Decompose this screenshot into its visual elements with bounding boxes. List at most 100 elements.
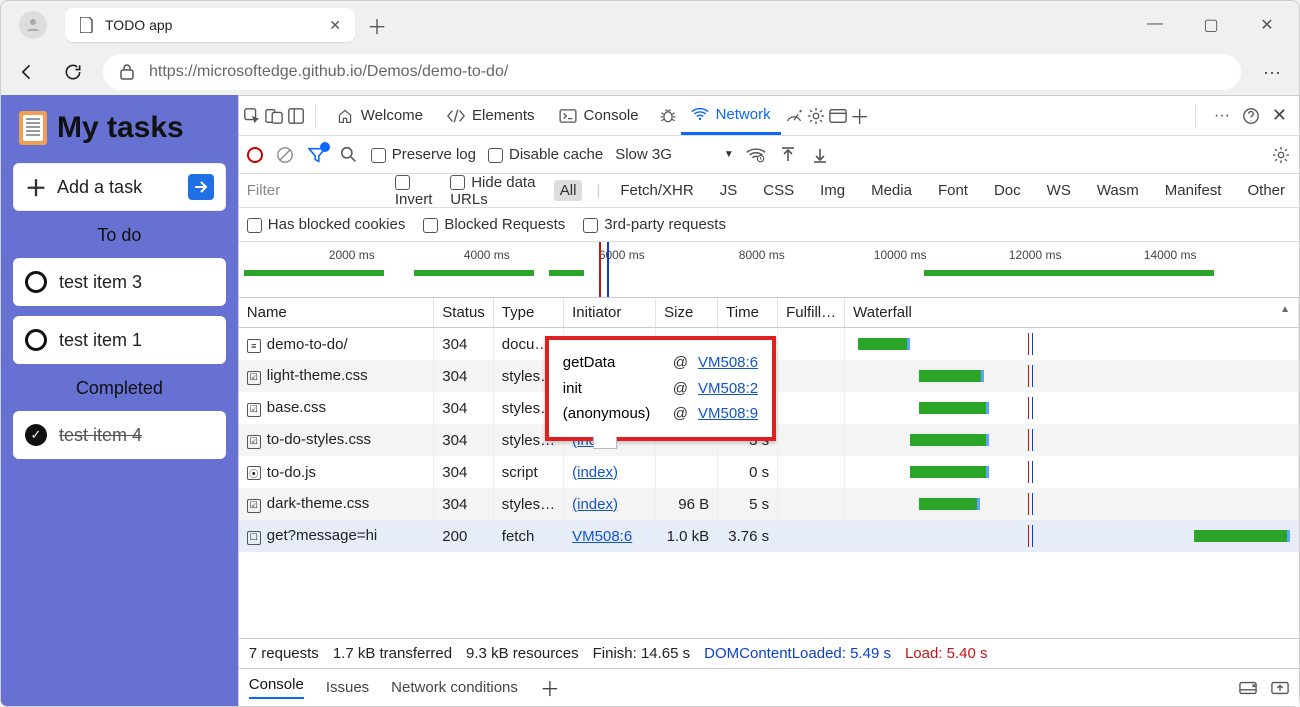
filter-type[interactable]: Manifest [1159, 180, 1228, 201]
preserve-log-checkbox[interactable]: Preserve log [371, 146, 476, 163]
more-tools-icon[interactable]: ··· [1214, 107, 1230, 125]
plus-icon: ＋ [25, 171, 47, 203]
filter-type[interactable]: Doc [988, 180, 1027, 201]
drawer-tab-issues[interactable]: Issues [326, 679, 369, 696]
import-icon[interactable] [778, 145, 798, 165]
blocked-cookies-checkbox[interactable]: Has blocked cookies [247, 216, 406, 233]
tab-console[interactable]: Console [549, 96, 649, 135]
task-item[interactable]: test item 1 [13, 316, 226, 364]
clear-icon[interactable] [275, 145, 295, 165]
filter-input[interactable]: Filter [247, 182, 381, 199]
submit-task-button[interactable] [188, 174, 214, 200]
drawer-tab-console[interactable]: Console [249, 676, 304, 699]
console-icon [559, 107, 577, 125]
close-devtools-icon[interactable]: ✕ [1272, 105, 1287, 126]
drawer-tab-network-conditions[interactable]: Network conditions [391, 679, 518, 696]
checkbox-checked-icon[interactable]: ✓ [25, 424, 47, 446]
browser-tab[interactable]: TODO app ✕ [65, 8, 355, 42]
devtools-panel: Welcome Elements Console Network ＋ ··· ✕… [238, 95, 1299, 706]
task-label: test item 3 [59, 272, 142, 293]
third-party-checkbox[interactable]: 3rd-party requests [583, 216, 726, 233]
filter-type[interactable]: Fetch/XHR [614, 180, 699, 201]
drawer-add-icon[interactable]: ＋ [540, 673, 560, 702]
task-item-completed[interactable]: ✓ test item 4 [13, 411, 226, 459]
plus-icon[interactable]: ＋ [851, 107, 869, 125]
new-tab-button[interactable]: ＋ [367, 11, 387, 40]
table-header-row: Name Status Type Initiator Size Time Ful… [239, 298, 1299, 328]
inspect-icon[interactable] [243, 107, 261, 125]
close-window-icon[interactable]: ✕ [1251, 15, 1283, 35]
window-controls: — ▢ ✕ [1139, 15, 1291, 35]
tab-network[interactable]: Network [681, 96, 781, 135]
throttling-select[interactable]: Slow 3G▼ [615, 146, 734, 163]
table-row[interactable]: ☐get?message=hi200fetchVM508:61.0 kB3.76… [239, 520, 1299, 552]
tab-elements[interactable]: Elements [437, 96, 545, 135]
filter-type[interactable]: CSS [757, 180, 800, 201]
maximize-icon[interactable]: ▢ [1195, 15, 1227, 35]
table-row[interactable]: ☑dark-theme.css304styles…(index)96 B5 s [239, 488, 1299, 520]
code-icon [447, 107, 465, 125]
stack-link[interactable]: VM508:6 [698, 350, 758, 376]
activity-bar-icon[interactable] [287, 107, 305, 125]
task-label: test item 1 [59, 330, 142, 351]
disable-cache-checkbox[interactable]: Disable cache [488, 146, 603, 163]
filter-type[interactable]: Wasm [1091, 180, 1145, 201]
browser-menu-icon[interactable]: ··· [1255, 62, 1289, 83]
address-bar[interactable]: https://microsoftedge.github.io/Demos/de… [103, 54, 1241, 90]
export-icon[interactable] [810, 145, 830, 165]
application-icon[interactable] [829, 107, 847, 125]
add-task-placeholder: Add a task [57, 177, 142, 198]
add-task-input[interactable]: ＋ Add a task [13, 163, 226, 211]
filter-type[interactable]: Media [865, 180, 918, 201]
help-icon[interactable] [1242, 107, 1260, 125]
search-icon[interactable] [339, 145, 359, 165]
filter-type[interactable]: Img [814, 180, 851, 201]
checkbox-empty-icon[interactable] [25, 329, 47, 351]
devtools-drawer: Console Issues Network conditions ＋ [239, 668, 1299, 706]
stack-link[interactable]: VM508:9 [698, 401, 758, 427]
drawer-expand-icon[interactable] [1271, 681, 1289, 695]
performance-icon[interactable] [785, 107, 803, 125]
browser-navbar: https://microsoftedge.github.io/Demos/de… [1, 49, 1299, 95]
url-text: https://microsoftedge.github.io/Demos/de… [149, 63, 508, 81]
tab-welcome[interactable]: Welcome [326, 96, 433, 135]
table-row[interactable]: ⦿to-do.js304script(index)0 s [239, 456, 1299, 488]
task-item[interactable]: test item 3 [13, 258, 226, 306]
timeline-overview[interactable]: 2000 ms 4000 ms 6000 ms 8000 ms 10000 ms… [239, 242, 1299, 298]
app-sidebar: My tasks ＋ Add a task To do test item 3 … [1, 95, 238, 706]
minimize-icon[interactable]: — [1139, 15, 1171, 35]
close-tab-icon[interactable]: ✕ [329, 17, 341, 34]
home-icon [336, 107, 354, 125]
network-conditions-icon[interactable] [746, 145, 766, 165]
lock-icon [119, 63, 135, 81]
file-icon [79, 17, 95, 33]
initiator-tooltip: getData@VM508:6 init@VM508:2 (anonymous)… [545, 336, 776, 441]
device-toggle-icon[interactable] [265, 107, 283, 125]
refresh-button[interactable] [57, 56, 89, 88]
gear-icon[interactable] [807, 107, 825, 125]
filter-type-all[interactable]: All [554, 180, 583, 201]
checkbox-empty-icon[interactable] [25, 271, 47, 293]
record-button[interactable] [247, 147, 263, 163]
wifi-icon [691, 105, 709, 123]
network-status-bar: 7 requests 1.7 kB transferred 9.3 kB res… [239, 638, 1299, 668]
hide-data-urls-checkbox[interactable]: Hide data URLs [450, 174, 540, 208]
network-toolbar: Preserve log Disable cache Slow 3G▼ [239, 136, 1299, 174]
tab-title: TODO app [105, 17, 319, 33]
network-filterbar-extra: Has blocked cookies Blocked Requests 3rd… [239, 208, 1299, 242]
drawer-dock-icon[interactable] [1239, 681, 1257, 695]
filter-type[interactable]: Other [1241, 180, 1291, 201]
profile-avatar[interactable] [19, 11, 47, 39]
network-settings-icon[interactable] [1271, 145, 1291, 165]
filter-type[interactable]: Font [932, 180, 974, 201]
filter-type[interactable]: JS [714, 180, 744, 201]
network-filterbar: Filter Invert Hide data URLs All | Fetch… [239, 174, 1299, 208]
invert-checkbox[interactable]: Invert [395, 174, 436, 208]
back-button[interactable] [11, 56, 43, 88]
bug-icon[interactable] [659, 107, 677, 125]
stack-link[interactable]: VM508:2 [698, 376, 758, 402]
filter-icon[interactable] [307, 145, 327, 165]
blocked-requests-checkbox[interactable]: Blocked Requests [423, 216, 565, 233]
requests-table[interactable]: Name Status Type Initiator Size Time Ful… [239, 298, 1299, 638]
filter-type[interactable]: WS [1041, 180, 1077, 201]
